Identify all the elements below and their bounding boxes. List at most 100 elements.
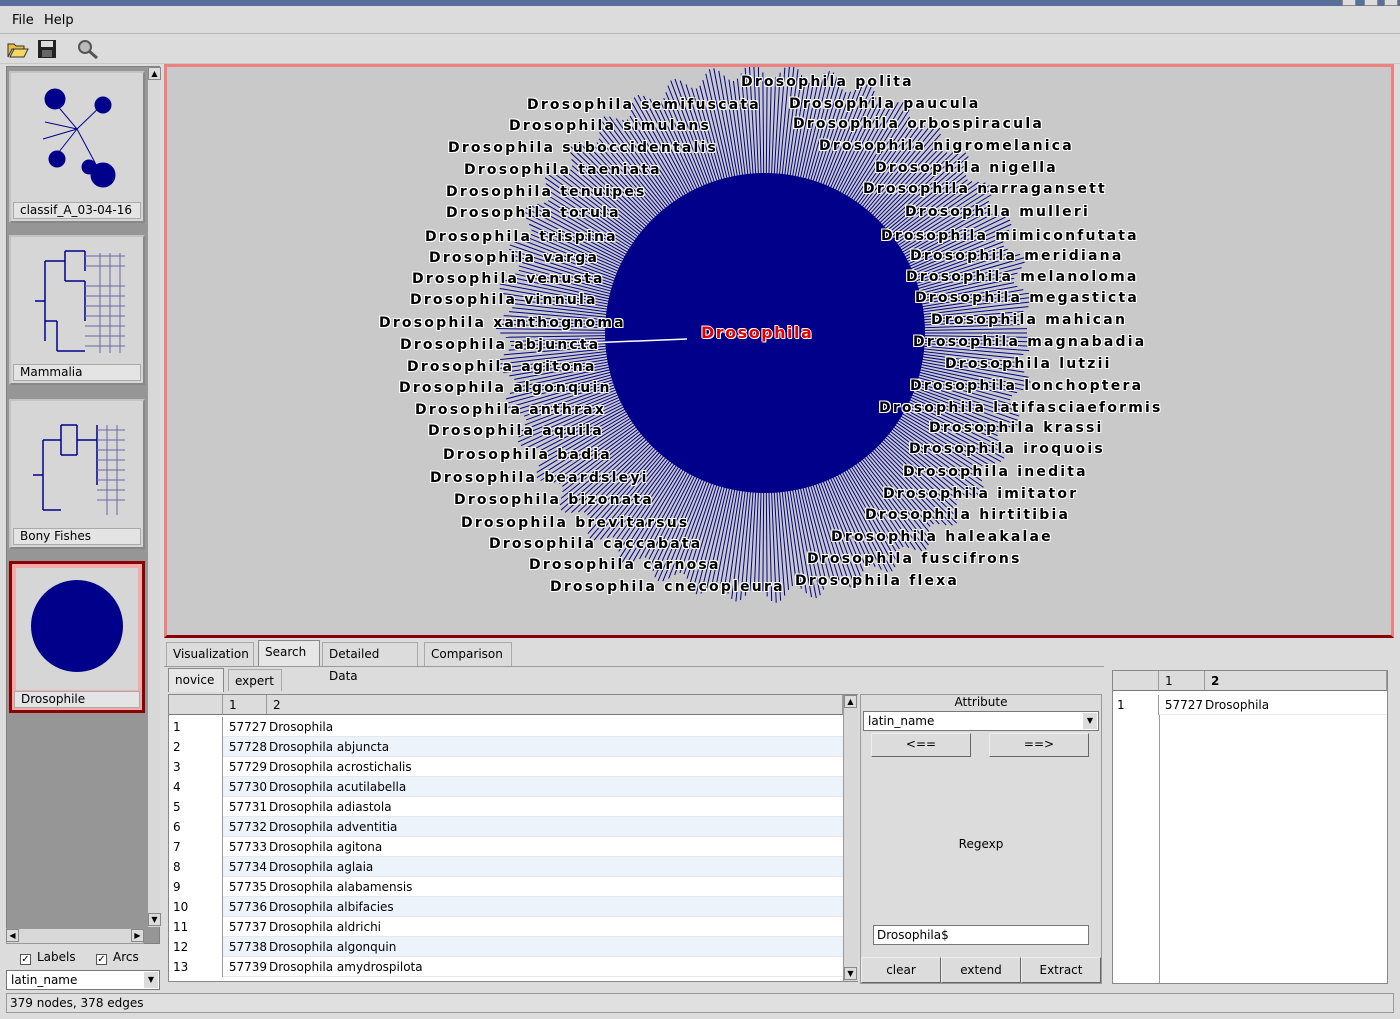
leaf-node-label[interactable]: Drosophila lutzii [945, 356, 1112, 372]
scroll-up-icon[interactable]: ▲ [148, 67, 161, 80]
leaf-node-label[interactable]: Drosophila badia [443, 447, 612, 463]
leaf-node-label[interactable]: Drosophila flexa [795, 573, 959, 589]
leaf-node-label[interactable]: Drosophila tenuipes [446, 184, 647, 200]
table-row[interactable]: 4 57730 Drosophila acutilabella [169, 777, 843, 797]
search-table[interactable]: 1 2 1 57727 Drosophila 2 57728 Drosophila abj… [168, 694, 858, 982]
table-row[interactable]: 12 57738 Drosophila algonquin [169, 937, 843, 957]
regexp-input[interactable]: Drosophila$ [873, 925, 1089, 945]
leaf-node-label[interactable]: Drosophila xanthognoma [379, 315, 626, 331]
leaf-node-label[interactable]: Drosophila nigella [875, 160, 1058, 176]
leaf-node-label[interactable]: Drosophila magnabadia [913, 334, 1146, 350]
leaf-node-label[interactable]: Drosophila taeniata [464, 162, 662, 178]
leaf-node-label[interactable]: Drosophila abjuncta [400, 337, 600, 353]
leaf-node-label[interactable]: Drosophila megasticta [915, 290, 1139, 306]
leaf-node-label[interactable]: Drosophila nigromelanica [819, 138, 1074, 154]
thumbnail-classif[interactable]: classif_A_03-04-16 [9, 71, 145, 223]
table-row[interactable]: 13 57739 Drosophila amydrospilota [169, 957, 843, 977]
leaf-node-label[interactable]: Drosophila trispina [425, 229, 618, 245]
leaf-node-label[interactable]: Drosophila algonquin [399, 380, 612, 396]
leaf-node-label[interactable]: Drosophila mulleri [905, 204, 1090, 220]
move-left-button[interactable]: <== [871, 733, 971, 757]
minimize-icon[interactable] [1342, 0, 1356, 6]
label-property-select[interactable]: latin_name ▼ [6, 970, 160, 990]
table-row[interactable]: 11 57737 Drosophila aldrichi [169, 917, 843, 937]
leaf-node-label[interactable]: Drosophila iroquois [909, 441, 1105, 457]
leaf-node-label[interactable]: Drosophila suboccidentalis [448, 140, 718, 156]
tab-novice[interactable]: novice [168, 668, 224, 692]
leaf-node-label[interactable]: Drosophila varga [429, 250, 599, 266]
thumbnail-horizontal-scrollbar[interactable]: ◀ ▶ [6, 928, 144, 944]
table-row[interactable]: 1 57727 Drosophila [169, 717, 843, 737]
tab-visualization[interactable]: Visualization [166, 642, 254, 666]
table-row[interactable]: 2 57728 Drosophila abjuncta [169, 737, 843, 757]
leaf-node-label[interactable]: Drosophila simulans [509, 118, 711, 134]
extract-button[interactable]: Extract [1021, 957, 1101, 983]
leaf-node-label[interactable]: Drosophila haleakalae [831, 529, 1053, 545]
scroll-up-icon[interactable]: ▲ [844, 695, 857, 708]
table-row[interactable]: 1 57727 Drosophila [1113, 695, 1387, 715]
table-row[interactable]: 3 57729 Drosophila acrostichalis [169, 757, 843, 777]
magnifier-icon[interactable] [76, 38, 100, 60]
leaf-node-label[interactable]: Drosophila bizonata [454, 492, 654, 508]
leaf-node-label[interactable]: Drosophila mimiconfutata [881, 228, 1139, 244]
leaf-node-label[interactable]: Drosophila aquila [428, 423, 604, 439]
clear-button[interactable]: clear [861, 957, 941, 983]
table-row[interactable]: 6 57732 Drosophila adventitia [169, 817, 843, 837]
leaf-node-label[interactable]: Drosophila imitator [883, 486, 1078, 502]
move-right-button[interactable]: ==> [989, 733, 1089, 757]
column-header-1[interactable]: 1 [1159, 671, 1205, 691]
leaf-node-label[interactable]: Drosophila krassi [929, 420, 1104, 436]
leaf-node-label[interactable]: Drosophila meridiana [910, 248, 1123, 264]
leaf-node-label[interactable]: Drosophila beardsleyi [430, 470, 649, 486]
thumbnail-mammalia[interactable]: Mammalia [9, 235, 145, 385]
labels-checkbox[interactable]: ✓ Labels [20, 950, 76, 965]
tab-expert[interactable]: expert [228, 669, 282, 691]
leaf-node-label[interactable]: Drosophila melanoloma [906, 269, 1139, 285]
leaf-node-label[interactable]: Drosophila fuscifrons [807, 551, 1022, 567]
leaf-node-label[interactable]: Drosophila orbospiracula [793, 116, 1044, 132]
leaf-node-label[interactable]: Drosophila narragansett [863, 181, 1107, 197]
leaf-node-label[interactable]: Drosophila semifuscata [527, 97, 761, 113]
leaf-node-label[interactable]: Drosophila anthrax [415, 402, 606, 418]
save-disk-icon[interactable] [36, 38, 60, 60]
maximize-icon[interactable] [1364, 0, 1378, 6]
column-header-2[interactable]: 2 [1205, 671, 1387, 691]
leaf-node-label[interactable]: Drosophila torula [446, 205, 621, 221]
leaf-node-label[interactable]: Drosophila cnecopleura [550, 579, 785, 595]
leaf-node-label[interactable]: Drosophila caccabata [489, 536, 702, 552]
leaf-node-label[interactable]: Drosophila paucula [789, 96, 981, 112]
leaf-node-label[interactable]: Drosophila latifasciaeformis [879, 400, 1163, 416]
scroll-left-icon[interactable]: ◀ [6, 929, 19, 942]
leaf-node-label[interactable]: Drosophila carnosa [529, 557, 721, 573]
leaf-node-label[interactable]: Drosophila vinnula [410, 292, 598, 308]
leaf-node-label[interactable]: Drosophila polita [741, 74, 914, 90]
leaf-node-label[interactable]: Drosophila agitona [407, 359, 597, 375]
column-header-1[interactable]: 1 [223, 695, 267, 715]
open-folder-icon[interactable] [6, 38, 30, 60]
result-table[interactable]: 1 2 1 57727 Drosophila [1112, 670, 1388, 984]
leaf-node-label[interactable]: Drosophila brevitarsus [461, 515, 689, 531]
table-row[interactable]: 10 57736 Drosophila albifacies [169, 897, 843, 917]
tab-detailed-data[interactable]: Detailed Data [322, 642, 418, 683]
table-row[interactable]: 7 57733 Drosophila agitona [169, 837, 843, 857]
graph-view[interactable]: Drosophila semifuscata Drosophila simulan… [164, 64, 1394, 638]
table-vertical-scrollbar[interactable]: ▲ ▼ [843, 695, 858, 981]
attribute-select[interactable]: latin_name ▼ [863, 711, 1099, 731]
scroll-right-icon[interactable]: ▶ [131, 929, 144, 942]
table-row[interactable]: 8 57734 Drosophila aglaia [169, 857, 843, 877]
leaf-node-label[interactable]: Drosophila lonchoptera [910, 378, 1143, 394]
scroll-down-icon[interactable]: ▼ [844, 967, 857, 980]
thumbnail-drosophile[interactable]: Drosophile [9, 561, 145, 713]
leaf-node-label[interactable]: Drosophila venusta [412, 271, 605, 287]
scroll-down-icon[interactable]: ▼ [148, 913, 161, 926]
arcs-checkbox[interactable]: ✓ Arcs [96, 950, 139, 965]
leaf-node-label[interactable]: Drosophila inedita [903, 464, 1088, 480]
extend-button[interactable]: extend [941, 957, 1021, 983]
tab-comparison[interactable]: Comparison [424, 642, 512, 666]
menu-file[interactable]: File [12, 13, 34, 28]
column-header-2[interactable]: 2 [267, 695, 843, 715]
leaf-node-label[interactable]: Drosophila mahican [931, 312, 1127, 328]
menu-help[interactable]: Help [44, 13, 74, 28]
table-row[interactable]: 9 57735 Drosophila alabamensis [169, 877, 843, 897]
close-icon[interactable] [1384, 0, 1398, 6]
